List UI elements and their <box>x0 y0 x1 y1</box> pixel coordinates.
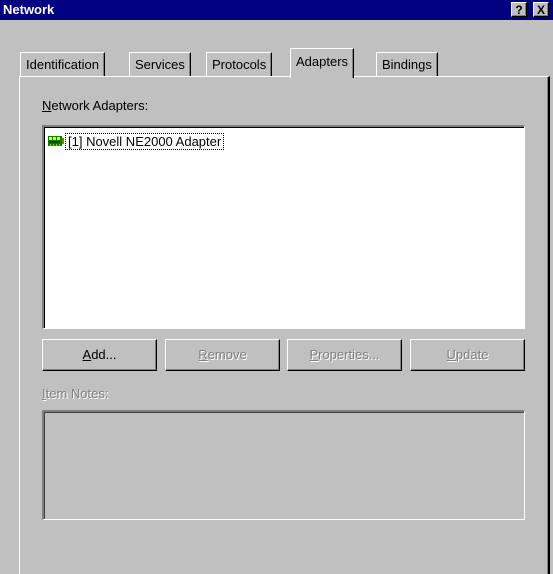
tab-identification[interactable]: Identification <box>20 52 105 76</box>
close-button[interactable]: X <box>533 2 549 17</box>
properties-button[interactable]: Properties... <box>287 339 402 371</box>
tab-bindings[interactable]: Bindings <box>376 52 438 76</box>
item-notes-label: Item Notes: <box>42 386 109 401</box>
adapter-item-label: [1] Novell NE2000 Adapter <box>65 132 225 150</box>
network-adapters-list[interactable]: [1] Novell NE2000 Adapter <box>42 125 525 329</box>
help-button[interactable]: ? <box>511 2 527 17</box>
add-button[interactable]: Add... <box>42 339 157 371</box>
remove-button[interactable]: Remove <box>165 339 280 371</box>
tab-protocols[interactable]: Protocols <box>206 52 273 76</box>
title-bar[interactable]: Network ? X <box>0 0 553 20</box>
network-adapters-label: Network Adapters: <box>42 98 149 113</box>
item-notes-field[interactable] <box>42 410 525 520</box>
tab-adapters[interactable]: Adapters <box>290 48 355 78</box>
list-item[interactable]: [1] Novell NE2000 Adapter <box>48 132 225 150</box>
window-title: Network <box>3 2 55 17</box>
network-adapter-icon <box>48 136 64 146</box>
tab-services[interactable]: Services <box>129 52 191 76</box>
update-button[interactable]: Update <box>410 339 525 371</box>
